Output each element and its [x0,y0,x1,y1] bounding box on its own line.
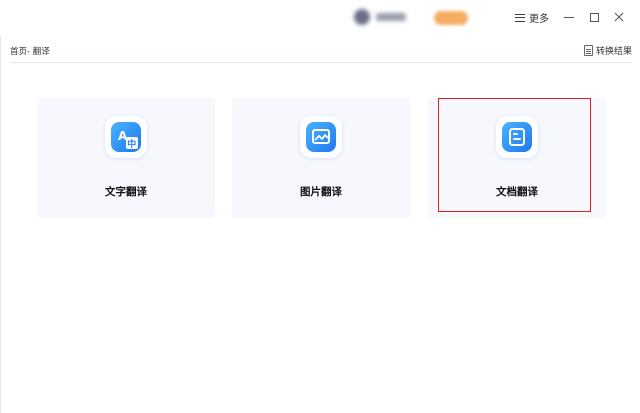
username-blurred [376,13,406,21]
svg-text:中: 中 [127,138,136,150]
minimize-icon [564,16,574,18]
image-translate-label: 图片翻译 [300,186,342,198]
minimize-button[interactable] [562,10,576,24]
maximize-icon [589,12,599,22]
maximize-button[interactable] [587,10,601,24]
vip-button-blurred[interactable] [434,11,468,25]
breadcrumb: 首页- 翻译 [10,47,50,57]
convert-result-label: 转换结果 [595,47,632,57]
more-label: 更多 [529,14,549,25]
text-translate-icon: A 中 [111,122,141,152]
text-translate-label: 文字翻译 [105,186,147,198]
document-translate-label: 文档翻译 [496,186,538,198]
user-profile[interactable] [354,9,406,25]
close-icon [614,12,624,22]
document-translate-card[interactable]: 文档翻译 [428,98,606,218]
close-button[interactable] [612,10,626,24]
text-translate-icon-tile: A 中 [105,116,147,158]
menu-icon [515,13,525,22]
title-bar: 更多 [0,0,640,36]
document-translate-icon-tile [496,116,538,158]
avatar[interactable] [354,9,370,25]
image-translate-card[interactable]: 图片翻译 [232,98,410,218]
window-left-edge [0,0,1,413]
image-translate-icon-tile [300,116,342,158]
document-translate-glyph [509,128,525,146]
more-menu-button[interactable]: 更多 [515,10,549,25]
convert-result-button[interactable]: 转换结果 [583,44,632,57]
document-icon [583,45,593,56]
image-translate-icon [306,122,336,152]
text-translate-card[interactable]: A 中 文字翻译 [37,98,215,218]
header-divider [10,62,632,63]
document-translate-icon [502,122,532,152]
image-translate-glyph [312,129,330,144]
text-translate-glyph: A 中 [118,129,138,150]
